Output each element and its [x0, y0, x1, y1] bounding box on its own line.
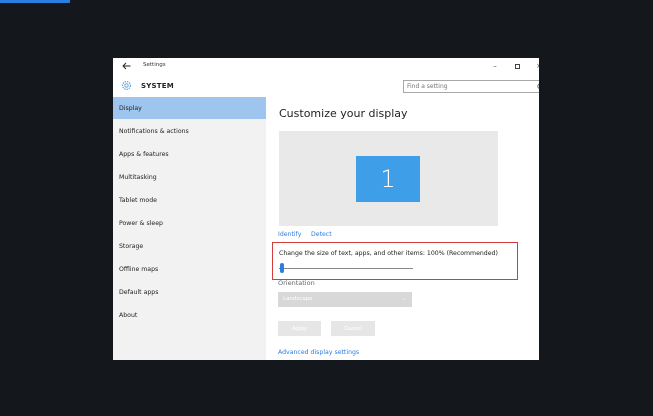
chevron-down-icon: ⌄: [401, 295, 407, 302]
orientation-value: Landscape: [283, 296, 313, 302]
desktop-accent-bar: [0, 0, 70, 3]
scaling-highlight-box: Change the size of text, apps, and other…: [272, 242, 518, 280]
display-preview: 1: [279, 131, 498, 226]
maximize-icon: [514, 63, 520, 69]
search-icon[interactable]: [537, 83, 539, 91]
slider-thumb[interactable]: [280, 263, 284, 273]
sidebar-item-tablet-mode[interactable]: Tablet mode: [113, 189, 266, 211]
sidebar: Display Notifications & actions Apps & f…: [113, 97, 266, 360]
back-arrow-icon[interactable]: [120, 60, 132, 72]
sidebar-item-display[interactable]: Display: [113, 97, 266, 119]
sidebar-item-power-sleep[interactable]: Power & sleep: [113, 212, 266, 234]
sidebar-item-apps-features[interactable]: Apps & features: [113, 143, 266, 165]
detect-link[interactable]: Detect: [311, 231, 332, 238]
sidebar-item-about[interactable]: About: [113, 304, 266, 326]
title-bar: Settings – ×: [113, 58, 539, 76]
search-input[interactable]: [407, 81, 527, 92]
scaling-label: Change the size of text, apps, and other…: [279, 250, 498, 257]
scaling-slider[interactable]: [279, 263, 413, 273]
main-content: Customize your display 1 Identify Detect…: [266, 97, 539, 360]
cancel-button[interactable]: Cancel: [331, 321, 375, 336]
settings-window: Settings – × SYSTEM Display Notification…: [113, 58, 539, 360]
minimize-button[interactable]: –: [485, 59, 505, 73]
search-box[interactable]: [403, 80, 539, 93]
apply-button[interactable]: Apply: [278, 321, 321, 336]
header: SYSTEM: [113, 76, 539, 96]
slider-track[interactable]: [279, 268, 413, 269]
close-button[interactable]: ×: [529, 59, 539, 73]
maximize-button[interactable]: [507, 59, 527, 73]
identify-link[interactable]: Identify: [278, 231, 301, 238]
orientation-label: Orientation: [278, 279, 315, 287]
advanced-display-settings-link[interactable]: Advanced display settings: [278, 349, 359, 356]
page-title: Customize your display: [279, 107, 408, 120]
sidebar-item-default-apps[interactable]: Default apps: [113, 281, 266, 303]
sidebar-item-multitasking[interactable]: Multitasking: [113, 166, 266, 188]
window-title: Settings: [143, 62, 166, 68]
section-title: SYSTEM: [141, 82, 174, 90]
gear-icon: [122, 81, 131, 90]
sidebar-item-storage[interactable]: Storage: [113, 235, 266, 257]
orientation-dropdown[interactable]: Landscape ⌄: [278, 292, 412, 307]
sidebar-item-offline-maps[interactable]: Offline maps: [113, 258, 266, 280]
sidebar-item-notifications[interactable]: Notifications & actions: [113, 120, 266, 142]
monitor-tile[interactable]: 1: [356, 156, 420, 202]
